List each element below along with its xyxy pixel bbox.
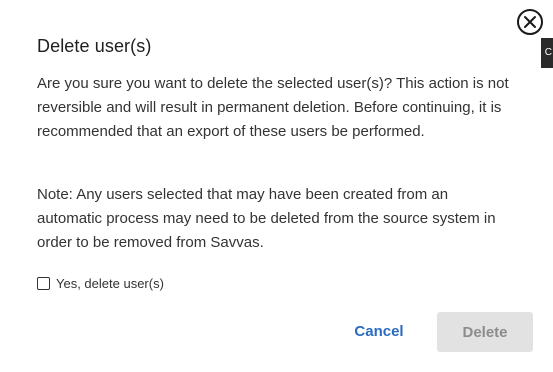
note-text: Note: Any users selected that may have b… (37, 186, 496, 251)
close-icon[interactable] (517, 9, 543, 35)
cancel-button[interactable]: Cancel (340, 312, 418, 350)
dialog-title: Delete user(s) (37, 36, 152, 56)
delete-button[interactable]: Delete (437, 312, 533, 352)
warning-text: Are you sure you want to delete the sele… (37, 75, 509, 140)
confirm-delete-row[interactable]: Yes, delete user(s) (37, 276, 164, 291)
confirm-delete-checkbox[interactable] (37, 277, 50, 290)
confirm-delete-label[interactable]: Yes, delete user(s) (56, 276, 164, 291)
side-tab[interactable]: C (541, 38, 553, 68)
x-icon (524, 16, 536, 28)
